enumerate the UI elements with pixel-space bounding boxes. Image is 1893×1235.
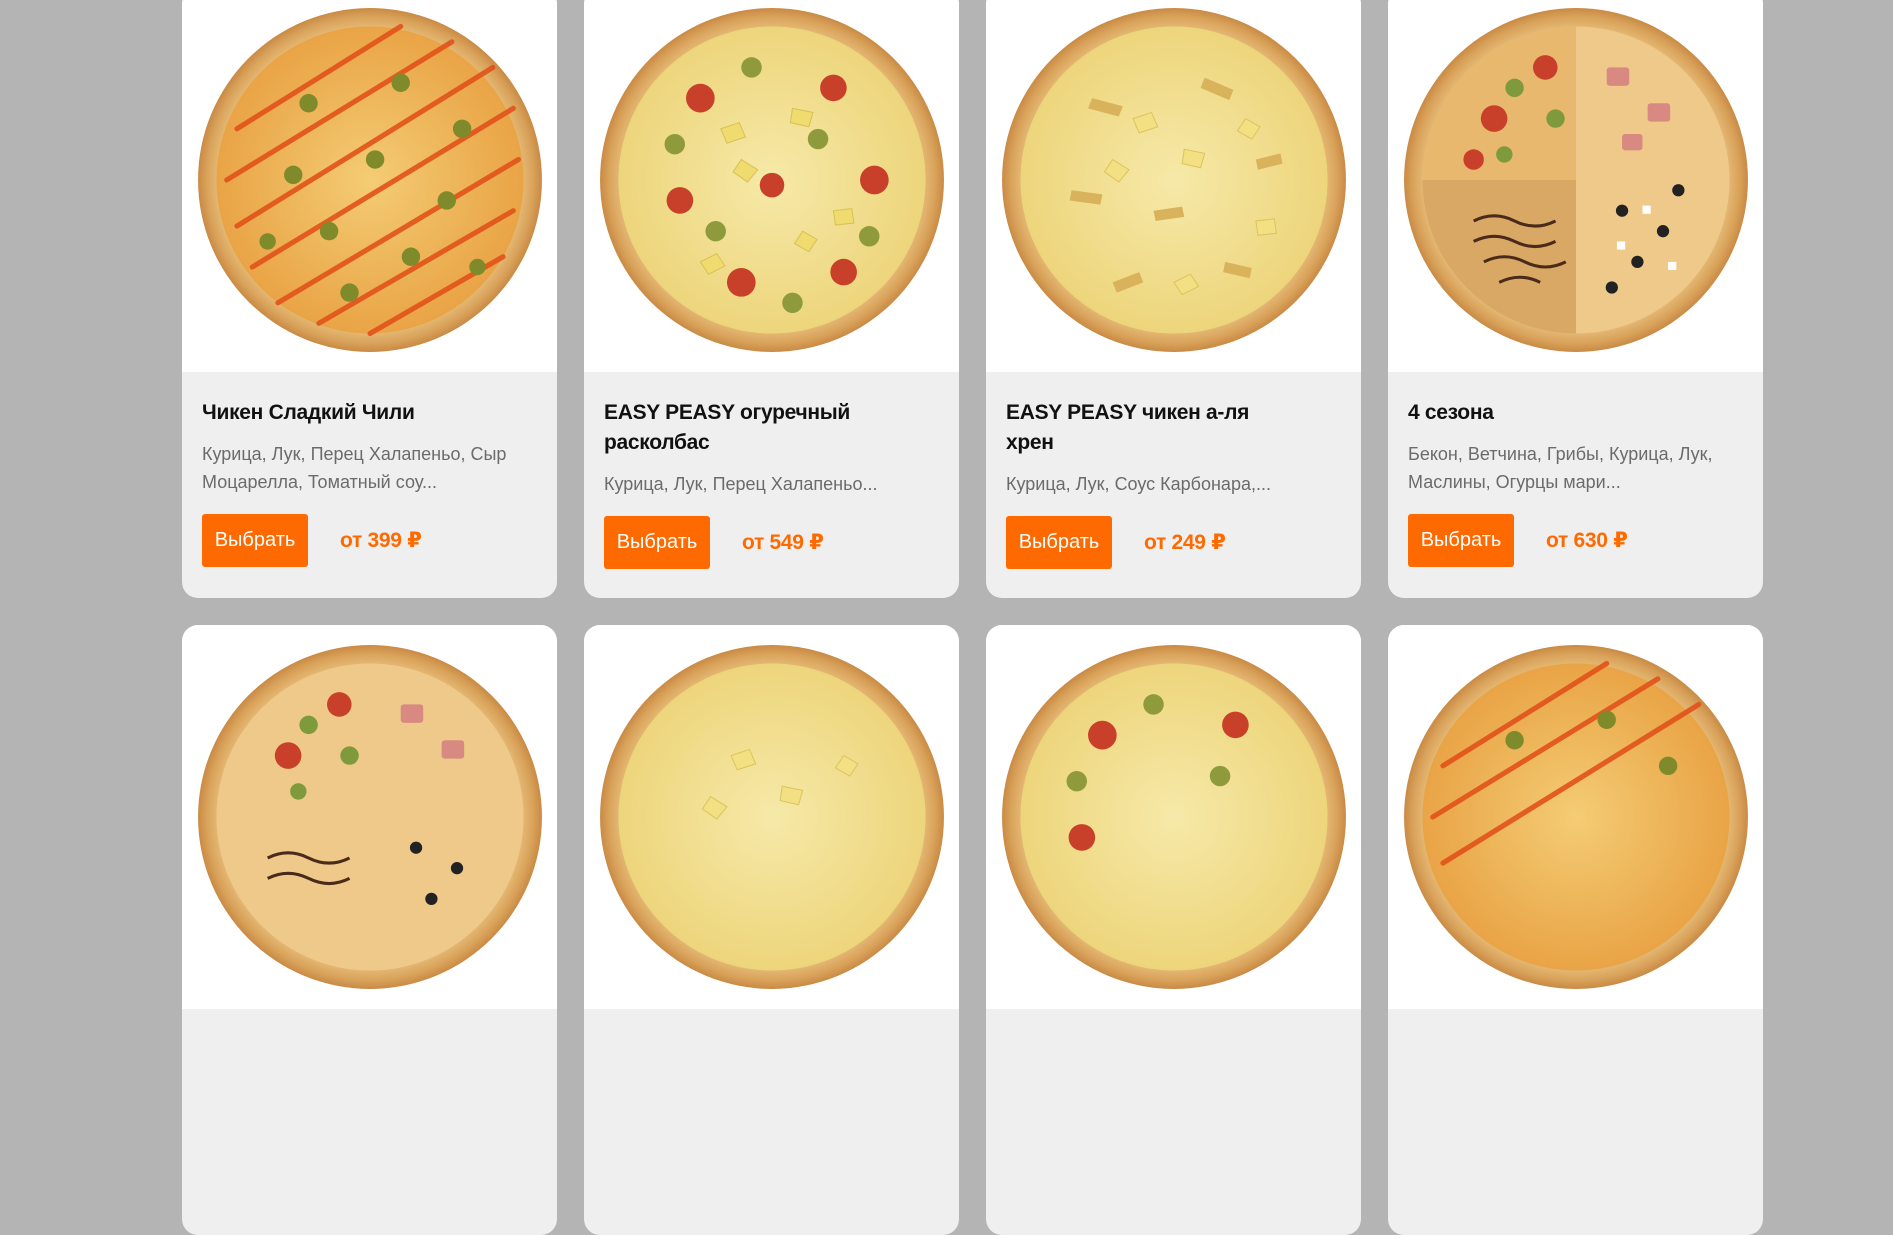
product-card: [182, 625, 557, 1235]
select-button[interactable]: Выбрать: [1408, 514, 1514, 567]
product-description: Курица, Лук, Перец Халапеньо...: [604, 474, 878, 494]
pizza-chicken-sweet-chili-image: [197, 8, 542, 352]
pizza-easy-peasy-chicken-image: [1001, 8, 1346, 352]
product-card: 4 сезона Бекон, Ветчина, Грибы, Курица, …: [1388, 0, 1763, 598]
product-image[interactable]: [584, 0, 959, 372]
pizza-chicken-sweet-chili-image: [1403, 645, 1748, 989]
product-price: от 399 ₽: [340, 529, 422, 552]
product-image[interactable]: [986, 625, 1361, 1009]
product-card: EASY PEASY огуречный расколбас Курица, Л…: [584, 0, 959, 598]
product-description: Бекон, Ветчина, Грибы, Курица, Лук, Масл…: [1408, 444, 1713, 492]
product-image[interactable]: [1388, 0, 1763, 372]
product-card: Чикен Сладкий Чили Курица, Лук, Перец Ха…: [182, 0, 557, 598]
product-description: Курица, Лук, Соус Карбонара,...: [1006, 474, 1271, 494]
pizza-four-seasons-image: [1403, 8, 1748, 352]
product-grid: Чикен Сладкий Чили Курица, Лук, Перец Ха…: [182, 0, 1763, 1235]
select-button[interactable]: Выбрать: [202, 514, 308, 567]
product-title: EASY PEASY огуречный расколбас: [604, 401, 850, 454]
product-description: Курица, Лук, Перец Халапеньо, Сыр Моцаре…: [202, 444, 507, 492]
product-image[interactable]: [1388, 625, 1763, 1009]
product-title: EASY PEASY чикен а-ля хрен: [1006, 401, 1250, 454]
product-card: [1388, 625, 1763, 1235]
product-card: EASY PEASY чикен а-ля хрен Курица, Лук, …: [986, 0, 1361, 598]
product-image[interactable]: [986, 0, 1361, 372]
product-card: [584, 625, 959, 1235]
product-image[interactable]: [182, 625, 557, 1009]
product-title: Чикен Сладкий Чили: [202, 401, 415, 424]
select-button[interactable]: Выбрать: [1006, 516, 1112, 569]
product-price: от 549 ₽: [742, 531, 824, 554]
product-image[interactable]: [182, 0, 557, 372]
pizza-four-seasons-image: [197, 645, 542, 989]
pizza-easy-peasy-chicken-image: [599, 645, 944, 989]
pizza-easy-peasy-cucumber-image: [599, 8, 944, 352]
select-button[interactable]: Выбрать: [604, 516, 710, 569]
pizza-easy-peasy-cucumber-image: [1001, 645, 1346, 989]
product-price: от 249 ₽: [1144, 531, 1226, 554]
product-title: 4 сезона: [1408, 401, 1494, 424]
product-card: [986, 625, 1361, 1235]
product-image[interactable]: [584, 625, 959, 1009]
product-price: от 630 ₽: [1546, 529, 1628, 552]
